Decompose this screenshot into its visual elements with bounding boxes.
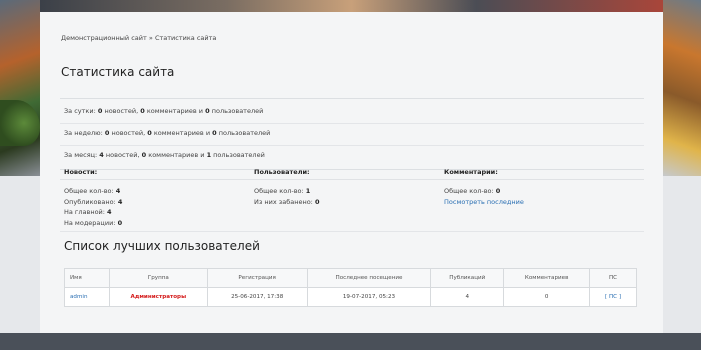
- period-users-word: пользователей: [218, 129, 271, 137]
- period-news-count: 4: [99, 151, 104, 159]
- column-header[interactable]: Последнее посещение: [306, 268, 432, 288]
- users-banned: Из них забанено: 0: [254, 197, 320, 206]
- period-comments-word: комментариев и: [146, 107, 204, 115]
- user-group: Администраторы: [130, 294, 187, 300]
- background-artwork-right: [663, 0, 701, 176]
- divider: [60, 231, 644, 232]
- content-panel: Демонстрационный сайт » Статистика сайта…: [40, 12, 663, 333]
- users-total: Общее кол-во: 1: [254, 187, 311, 195]
- pm-cell: [ ПС ]: [589, 287, 637, 307]
- news-on-main: На главной: 4: [64, 208, 112, 216]
- comments-total: Общее кол-во: 0: [444, 187, 501, 195]
- user-group-cell: Администраторы: [108, 287, 208, 307]
- comments-latest-line: Посмотреть последние: [440, 197, 644, 208]
- news-stats: Новости: Общее кол-во: 4 Опубликовано: 4…: [60, 167, 250, 228]
- background-artwork-left: [0, 0, 40, 176]
- breadcrumb: Демонстрационный сайт » Статистика сайта: [61, 34, 216, 42]
- divider: [60, 123, 644, 124]
- private-message-link[interactable]: [ ПС ]: [605, 294, 621, 300]
- breadcrumb-home-link[interactable]: Демонстрационный сайт: [61, 34, 147, 42]
- period-news-word: новостей,: [105, 151, 140, 159]
- stats-columns: Новости: Общее кол-во: 4 Опубликовано: 4…: [60, 167, 644, 231]
- hero-face-artwork: [0, 100, 40, 146]
- period-news-count: 0: [104, 129, 110, 137]
- column-header[interactable]: ПС: [589, 268, 637, 288]
- period-comments-count: 0: [140, 107, 145, 115]
- comments-cell: 0: [503, 287, 591, 307]
- period-users-count: 1: [206, 151, 212, 159]
- divider: [60, 145, 644, 146]
- header-banner: [40, 0, 663, 12]
- registered-cell: 25-06-2017, 17:38: [206, 287, 308, 307]
- column-header[interactable]: Комментариев: [503, 268, 591, 288]
- period-users-word: пользователей: [213, 151, 265, 159]
- column-header[interactable]: Группа: [108, 268, 208, 288]
- news-moderation: На модерации: 0: [64, 218, 123, 227]
- period-label: За месяц:: [64, 151, 98, 159]
- users-heading: Пользователи:: [250, 167, 440, 180]
- period-news-word: новостей,: [104, 107, 139, 115]
- comments-heading: Комментарии:: [440, 167, 644, 180]
- period-comments-word: комментариев и: [148, 151, 205, 159]
- period-users-word: пользователей: [211, 107, 264, 115]
- period-label: За неделю:: [64, 129, 103, 137]
- period-row-week: За неделю: 0 новостей, 0 комментариев и …: [64, 129, 270, 137]
- period-users-count: 0: [212, 129, 217, 137]
- view-latest-comments-link[interactable]: Посмотреть последние: [444, 198, 524, 206]
- page-title: Статистика сайта: [61, 65, 175, 79]
- footer-bar: [0, 333, 701, 350]
- table-header-row: Имя Группа Регистрация Последнее посещен…: [64, 268, 637, 288]
- posts-cell: 4: [430, 287, 505, 307]
- period-comments-count: 0: [147, 129, 152, 137]
- top-users-title: Список лучших пользователей: [64, 239, 260, 253]
- comments-stats: Комментарии: Общее кол-во: 0 Посмотреть …: [440, 167, 644, 207]
- period-label: За сутки:: [64, 107, 96, 115]
- breadcrumb-current: Статистика сайта: [154, 34, 217, 42]
- column-header[interactable]: Публикаций: [430, 268, 505, 288]
- last-visit-cell: 19-07-2017, 05:23: [306, 287, 432, 307]
- table-row: admin Администраторы 25-06-2017, 17:38 1…: [64, 287, 637, 307]
- news-total: Общее кол-во: 4: [64, 187, 121, 195]
- period-comments-word: комментариев и: [153, 129, 211, 137]
- breadcrumb-separator: »: [148, 34, 153, 42]
- period-users-count: 0: [205, 107, 210, 115]
- news-heading: Новости:: [60, 167, 250, 180]
- user-cell: admin: [64, 287, 110, 307]
- period-news-word: новостей,: [111, 129, 146, 137]
- top-users-table: Имя Группа Регистрация Последнее посещен…: [64, 268, 637, 307]
- column-header[interactable]: Имя: [64, 268, 110, 288]
- period-comments-count: 0: [141, 151, 147, 159]
- period-row-month: За месяц: 4 новостей, 0 комментариев и 1…: [64, 151, 265, 159]
- users-stats: Пользователи: Общее кол-во: 1 Из них заб…: [250, 167, 440, 207]
- news-published: Опубликовано: 4: [64, 197, 123, 206]
- period-news-count: 0: [97, 107, 103, 115]
- user-name-link[interactable]: admin: [70, 294, 88, 300]
- column-header[interactable]: Регистрация: [206, 268, 308, 288]
- period-row-day: За сутки: 0 новостей, 0 комментариев и 0…: [64, 107, 263, 115]
- period-stats: За сутки: 0 новостей, 0 комментариев и 0…: [60, 98, 644, 170]
